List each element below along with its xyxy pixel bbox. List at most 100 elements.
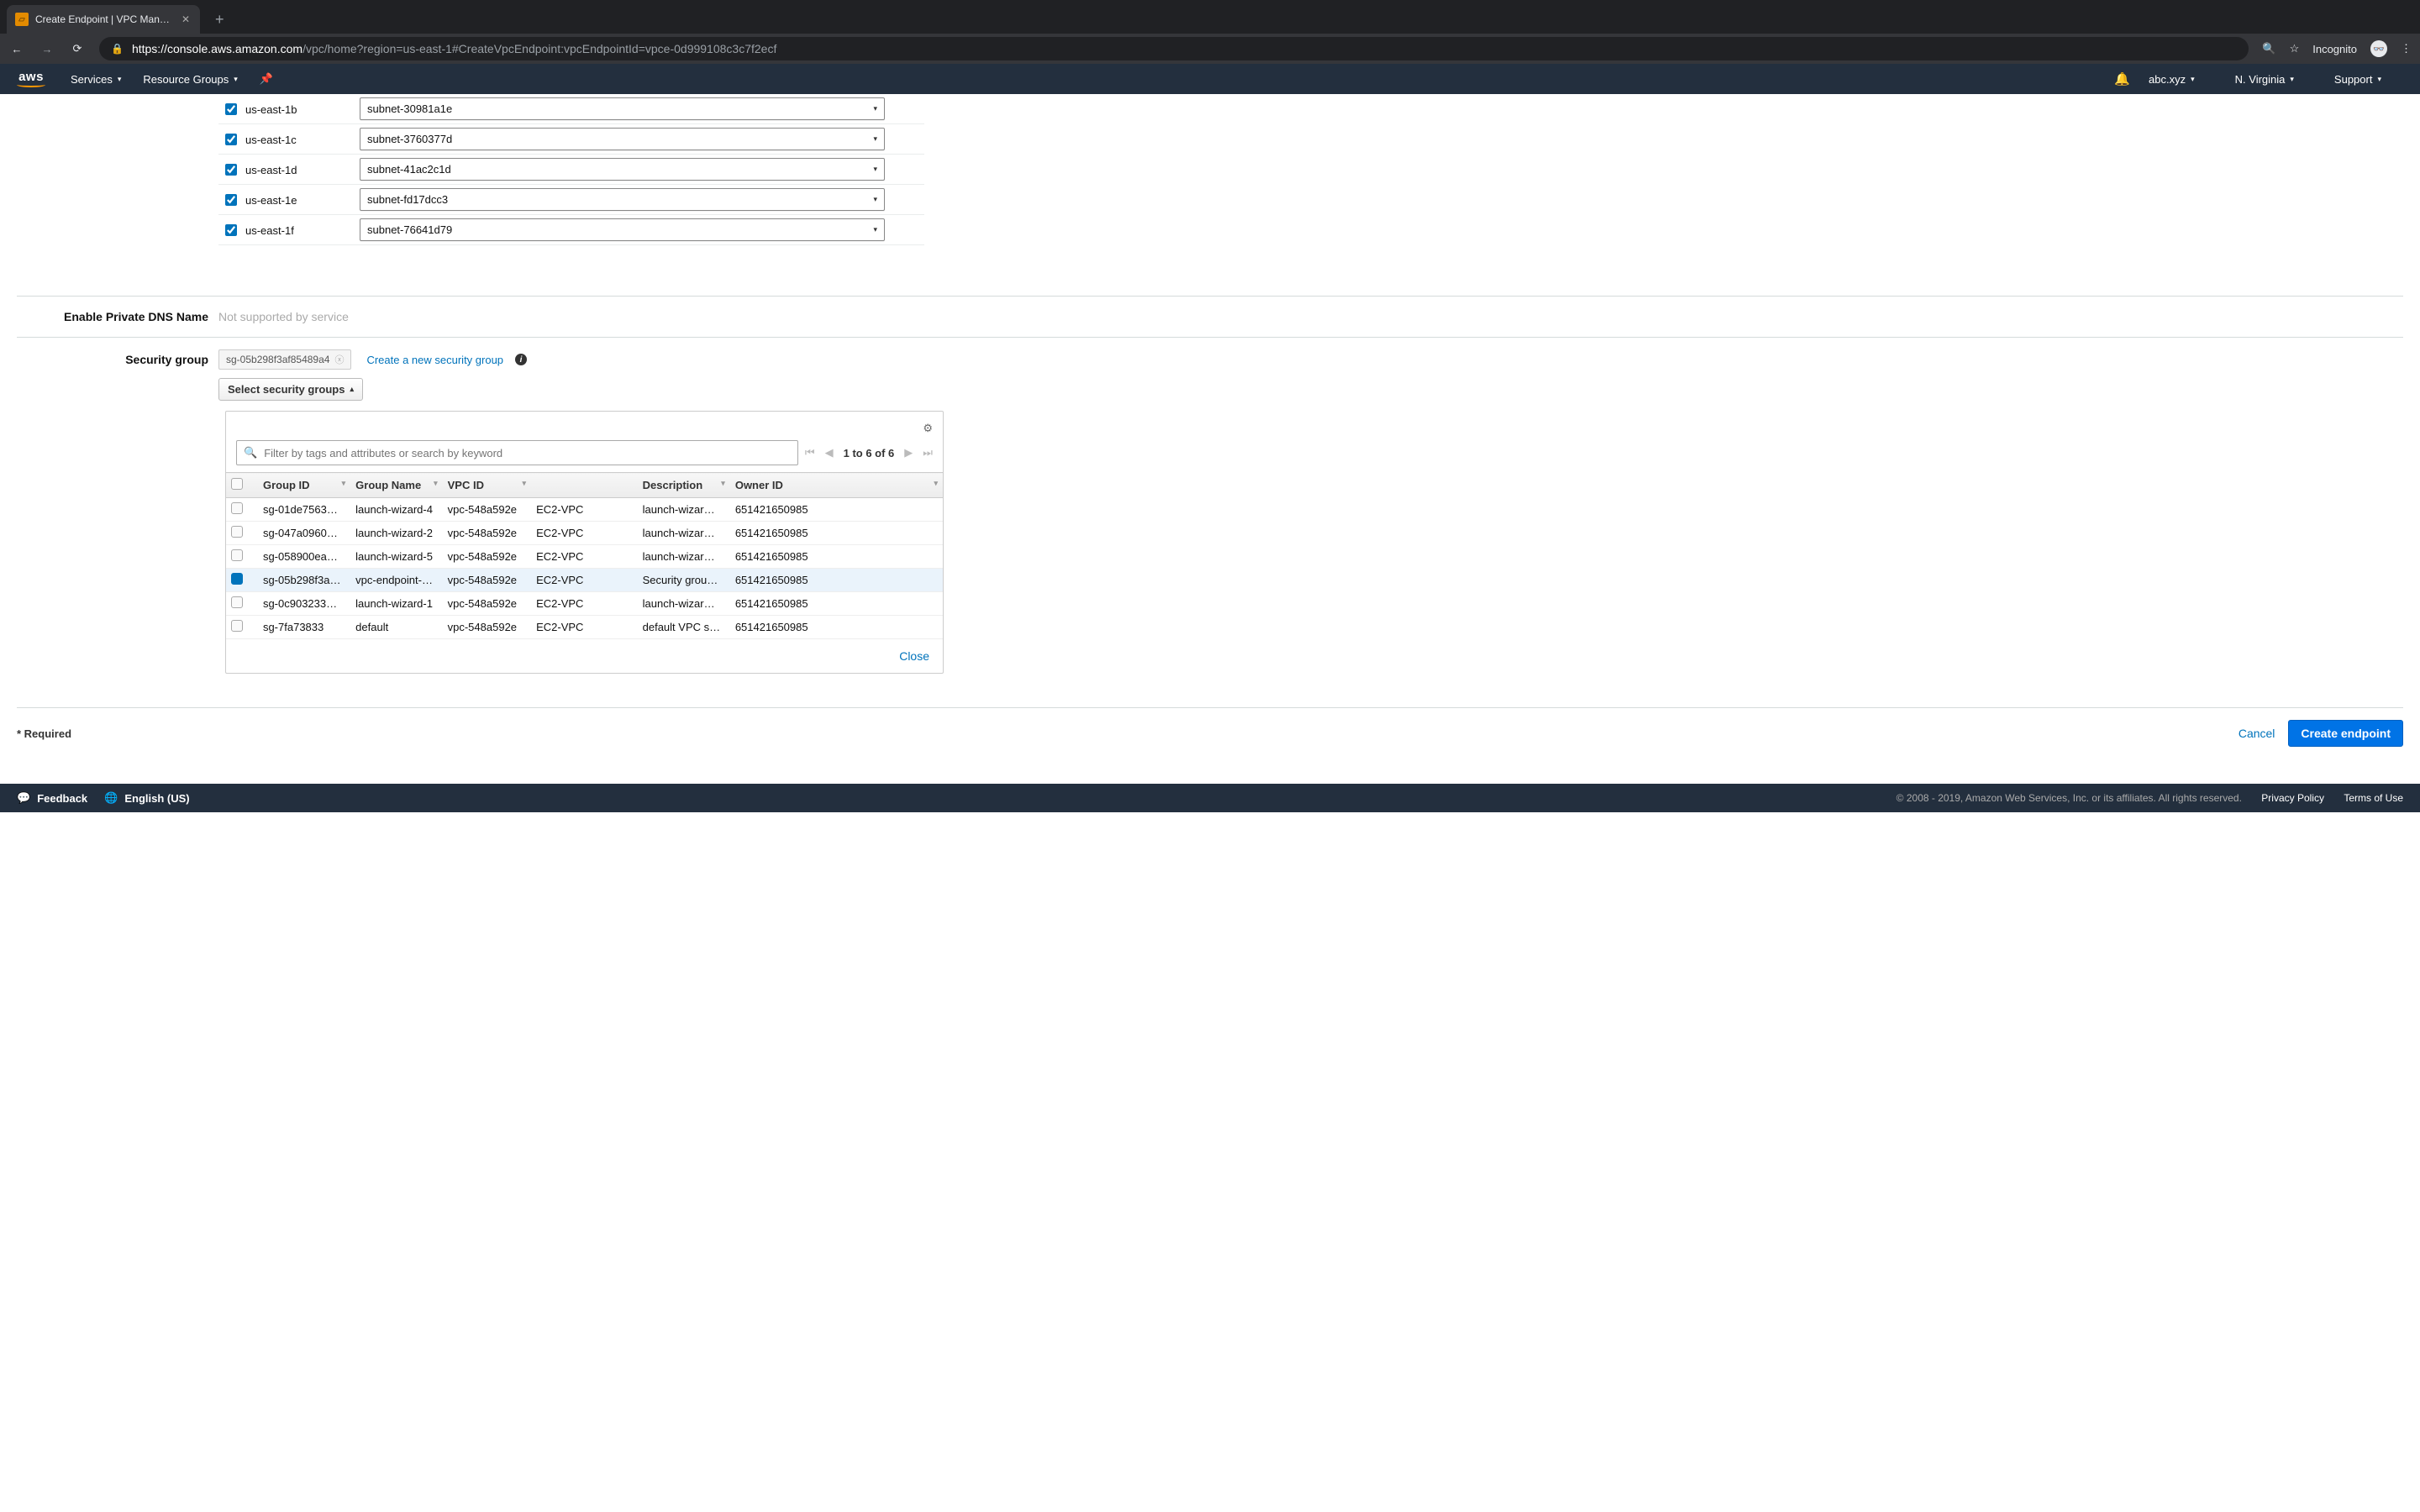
back-button[interactable]: ← bbox=[8, 43, 25, 55]
chevron-up-icon: ▴ bbox=[350, 385, 354, 394]
new-tab-button[interactable]: + bbox=[207, 6, 233, 34]
subnet-table: us-east-1bsubnet-30981a1e▾us-east-1csubn… bbox=[218, 94, 924, 245]
feedback-link[interactable]: 💬 Feedback bbox=[17, 791, 87, 805]
cell-owner-id: 651421650985 bbox=[730, 569, 943, 592]
sg-row[interactable]: sg-7fa73833defaultvpc-548a592eEC2-VPCdef… bbox=[226, 616, 943, 639]
nav-services[interactable]: Services ▾ bbox=[71, 73, 121, 86]
url-path: /vpc/home?region=us-east-1#CreateVpcEndp… bbox=[302, 42, 776, 55]
cell-group-name: launch-wizard-5 bbox=[350, 545, 442, 569]
gear-icon[interactable]: ⚙ bbox=[923, 422, 933, 435]
az-label: us-east-1b bbox=[245, 103, 297, 116]
sg-panel: ⚙ 🔍 ⏮ ◀ 1 to 6 of 6 ▶ ⏭ Group ID▾ bbox=[225, 411, 944, 674]
language-picker[interactable]: 🌐 English (US) bbox=[104, 791, 189, 805]
sg-search[interactable]: 🔍 bbox=[236, 440, 798, 465]
sg-selected-chip-label: sg-05b298f3af85489a4 bbox=[226, 354, 329, 365]
info-icon[interactable]: i bbox=[515, 354, 527, 365]
sg-row[interactable]: sg-047a0960…launch-wizard-2vpc-548a592eE… bbox=[226, 522, 943, 545]
subnet-select[interactable]: subnet-30981a1e▾ bbox=[360, 97, 885, 120]
browser-tab[interactable]: ▱ Create Endpoint | VPC Manage ✕ bbox=[7, 5, 200, 34]
sg-close-link[interactable]: Close bbox=[226, 639, 943, 663]
cell-type: EC2-VPC bbox=[531, 498, 638, 522]
url-field[interactable]: 🔒 https://console.aws.amazon.com/vpc/hom… bbox=[99, 37, 2249, 60]
sg-row[interactable]: sg-058900ea…launch-wizard-5vpc-548a592eE… bbox=[226, 545, 943, 569]
nav-account[interactable]: abc.xyz ▾ bbox=[2149, 73, 2195, 86]
create-sg-link[interactable]: Create a new security group bbox=[366, 354, 503, 366]
cell-group-id: sg-7fa73833 bbox=[258, 616, 350, 639]
star-icon[interactable]: ☆ bbox=[2290, 42, 2300, 55]
sg-th-checkbox[interactable] bbox=[226, 473, 258, 498]
sg-row-checkbox[interactable] bbox=[231, 502, 243, 514]
subnet-row: us-east-1esubnet-fd17dcc3▾ bbox=[218, 185, 924, 215]
pager-prev-icon[interactable]: ◀ bbox=[825, 446, 834, 459]
sg-th-owner-id[interactable]: Owner ID▾ bbox=[730, 473, 943, 498]
subnet-checkbox[interactable] bbox=[225, 224, 237, 236]
sg-th-description[interactable]: Description▾ bbox=[638, 473, 730, 498]
sg-row-checkbox[interactable] bbox=[231, 549, 243, 561]
cancel-button[interactable]: Cancel bbox=[2238, 727, 2275, 740]
subnet-select[interactable]: subnet-41ac2c1d▾ bbox=[360, 158, 885, 181]
aws-logo[interactable]: aws bbox=[17, 71, 45, 87]
sg-row[interactable]: sg-01de7563…launch-wizard-4vpc-548a592eE… bbox=[226, 498, 943, 522]
dns-row: Enable Private DNS Name Not supported by… bbox=[17, 296, 2403, 338]
nav-resource-groups[interactable]: Resource Groups ▾ bbox=[143, 73, 237, 86]
close-icon[interactable]: ✕ bbox=[180, 13, 192, 25]
sort-icon: ▾ bbox=[721, 479, 725, 488]
create-endpoint-button[interactable]: Create endpoint bbox=[2288, 720, 2403, 747]
subnet-select[interactable]: subnet-fd17dcc3▾ bbox=[360, 188, 885, 211]
az-label: us-east-1d bbox=[245, 164, 297, 176]
chevron-down-icon: ▾ bbox=[2191, 75, 2195, 84]
sg-th-group-id[interactable]: Group ID▾ bbox=[258, 473, 350, 498]
chevron-down-icon: ▾ bbox=[873, 195, 877, 204]
sg-search-input[interactable] bbox=[264, 447, 791, 459]
sg-th-vpc-id[interactable]: VPC ID▾ bbox=[443, 473, 531, 498]
sg-row-checkbox[interactable] bbox=[231, 596, 243, 608]
chevron-down-icon: ▾ bbox=[2377, 75, 2381, 84]
browser-chrome: ▱ Create Endpoint | VPC Manage ✕ + ← → ⟳… bbox=[0, 0, 2420, 64]
sg-row-checkbox[interactable] bbox=[231, 526, 243, 538]
sg-th-group-name[interactable]: Group Name▾ bbox=[350, 473, 442, 498]
pager-next-icon[interactable]: ▶ bbox=[904, 446, 913, 459]
cell-group-id: sg-0c903233… bbox=[258, 592, 350, 616]
sg-label: Security group bbox=[17, 353, 218, 366]
search-icon: 🔍 bbox=[244, 446, 257, 459]
incognito-icon: 👓 bbox=[2370, 40, 2387, 57]
subnet-checkbox[interactable] bbox=[225, 103, 237, 115]
cell-description: launch-wizar… bbox=[638, 545, 730, 569]
select-sg-toggle[interactable]: Select security groups ▴ bbox=[218, 378, 363, 401]
required-hint: * Required bbox=[17, 727, 71, 740]
cell-description: launch-wizar… bbox=[638, 498, 730, 522]
pager-first-icon[interactable]: ⏮ bbox=[805, 446, 815, 459]
sort-icon: ▾ bbox=[934, 479, 938, 488]
aws-favicon-icon: ▱ bbox=[15, 13, 29, 26]
nav-pin[interactable]: 📌 bbox=[260, 72, 273, 86]
subnet-select[interactable]: subnet-3760377d▾ bbox=[360, 128, 885, 150]
subnet-select[interactable]: subnet-76641d79▾ bbox=[360, 218, 885, 241]
bell-icon[interactable]: 🔔 bbox=[2114, 71, 2130, 87]
sg-row-checkbox[interactable] bbox=[231, 573, 243, 585]
sg-row[interactable]: sg-05b298f3a…vpc-endpoint-…vpc-548a592eE… bbox=[226, 569, 943, 592]
pager-last-icon[interactable]: ⏭ bbox=[923, 446, 933, 459]
subnet-row: us-east-1fsubnet-76641d79▾ bbox=[218, 215, 924, 245]
cell-type: EC2-VPC bbox=[531, 616, 638, 639]
forward-button[interactable]: → bbox=[39, 43, 55, 55]
nav-account-label: abc.xyz bbox=[2149, 73, 2186, 86]
sg-row[interactable]: sg-0c903233…launch-wizard-1vpc-548a592eE… bbox=[226, 592, 943, 616]
kebab-menu-icon[interactable]: ⋮ bbox=[2401, 42, 2412, 55]
search-icon[interactable]: 🔍 bbox=[2262, 42, 2275, 55]
sg-th-type[interactable] bbox=[531, 473, 638, 498]
nav-support[interactable]: Support ▾ bbox=[2334, 73, 2381, 86]
dns-hint: Not supported by service bbox=[218, 310, 349, 323]
cell-type: EC2-VPC bbox=[531, 569, 638, 592]
subnet-checkbox[interactable] bbox=[225, 194, 237, 206]
subnet-checkbox[interactable] bbox=[225, 134, 237, 145]
chevron-down-icon: ▾ bbox=[873, 104, 877, 113]
privacy-link[interactable]: Privacy Policy bbox=[2261, 792, 2324, 804]
sg-selected-chip[interactable]: sg-05b298f3af85489a4 ⓧ bbox=[218, 349, 351, 370]
subnet-checkbox[interactable] bbox=[225, 164, 237, 176]
remove-chip-icon[interactable]: ⓧ bbox=[334, 353, 344, 366]
sg-row-checkbox[interactable] bbox=[231, 620, 243, 632]
nav-region[interactable]: N. Virginia ▾ bbox=[2235, 73, 2294, 86]
terms-link[interactable]: Terms of Use bbox=[2344, 792, 2403, 804]
reload-button[interactable]: ⟳ bbox=[69, 42, 86, 55]
subnet-value: subnet-3760377d bbox=[367, 133, 452, 145]
